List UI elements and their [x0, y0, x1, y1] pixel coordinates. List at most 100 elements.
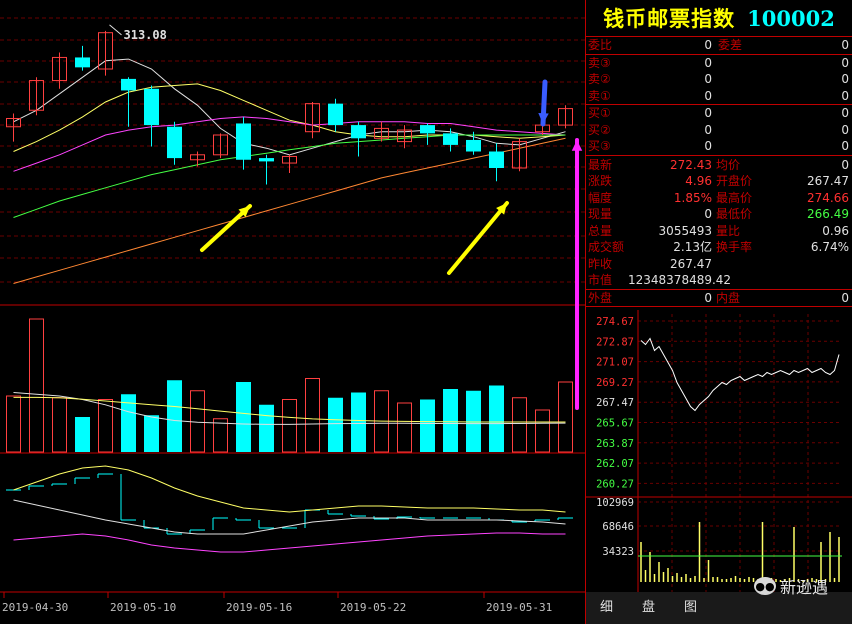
ask-label: 卖②	[588, 72, 611, 86]
intraday-chart[interactable]: 274.67 272.87 271.07 269.27 267.47 265.67 263.…	[586, 310, 852, 592]
ma-line	[13, 83, 566, 152]
stock-title: 钱币邮票指数 100002	[586, 0, 852, 37]
volume-bar	[489, 385, 504, 452]
candle-body	[466, 139, 481, 152]
ask-row[interactable]: 卖③ 0 0	[586, 55, 852, 72]
inner-label: 内盘	[716, 290, 741, 305]
candle-body	[236, 123, 251, 160]
price-tick: 265.67	[596, 418, 634, 430]
pct-value: 1.85%	[673, 190, 712, 205]
indicator-line	[13, 499, 566, 535]
tab-detail[interactable]: 细	[600, 596, 613, 615]
ask-label: 卖③	[588, 55, 611, 70]
ask-row[interactable]: 卖② 0 0	[586, 71, 852, 88]
volume-bar	[98, 399, 113, 453]
date-label: 2019-05-31	[486, 601, 552, 614]
watermark: ●● 新逊遇	[753, 574, 828, 598]
ask-price: 0	[704, 88, 712, 103]
date-label: 2019-05-10	[110, 601, 176, 614]
mkt-cap-label: 市值	[588, 273, 613, 287]
vol-ratio-value: 0.96	[822, 223, 849, 238]
prev-close-label: 昨收	[588, 256, 613, 271]
bid-volume: 0	[841, 122, 849, 137]
candle-body	[443, 133, 458, 145]
indicator-line	[13, 532, 566, 553]
candle-body	[328, 103, 343, 126]
stat-row: 最新 272.43 均价 0	[586, 157, 852, 174]
stat-row: 总量 3055493 量比 0.96	[586, 223, 852, 240]
stat-row: 幅度 1.85% 最高价 274.66	[586, 190, 852, 207]
volume-bar	[190, 390, 205, 453]
bid-price: 0	[704, 106, 712, 120]
candle-body	[144, 88, 159, 126]
volume-bar	[6, 395, 21, 453]
volume-ma-line	[13, 392, 566, 425]
pct-label: 幅度	[588, 190, 613, 205]
latest-label: 最新	[588, 157, 613, 172]
volume-ma-line	[13, 396, 566, 423]
low-value: 266.49	[807, 207, 849, 221]
ask-price: 0	[704, 55, 712, 70]
bid-price: 0	[704, 122, 712, 137]
volume-bar	[167, 380, 182, 452]
mkt-cap-value: 12348378489.42	[628, 273, 732, 287]
bid-price: 0	[704, 139, 712, 153]
price-tick: 260.27	[596, 478, 634, 490]
volume-bar	[236, 382, 251, 452]
prev-close-value: 267.47	[670, 256, 712, 271]
total-vol-value: 3055493	[658, 223, 712, 238]
bid-row[interactable]: 买② 0 0	[586, 122, 852, 139]
open-label: 开盘价	[716, 174, 753, 188]
ask-volume: 0	[841, 55, 849, 70]
ask-row[interactable]: 卖① 0 0	[586, 88, 852, 105]
candle-body	[259, 158, 274, 162]
bid-row[interactable]: 买③ 0 0	[586, 138, 852, 155]
ask-price: 0	[704, 72, 712, 86]
bid-row[interactable]: 买① 0 0	[586, 105, 852, 122]
outer-value: 0	[704, 290, 712, 305]
amount-label: 成交额	[588, 240, 625, 254]
volume-bar	[466, 390, 481, 452]
peak-pointer	[109, 24, 122, 36]
price-tick: 271.07	[596, 357, 634, 369]
ratio-value: 0	[704, 38, 712, 52]
kline-chart[interactable]: 313.08 2019-04-30 2019-05-10 2019-05-16 2019…	[0, 0, 585, 624]
cur-vol-label: 现量	[588, 207, 613, 221]
ma-line	[13, 134, 566, 218]
date-label: 2019-05-22	[340, 601, 406, 614]
avg-label: 均价	[716, 157, 741, 172]
high-value: 274.66	[807, 190, 849, 205]
volume-bar	[144, 415, 159, 452]
volume-bar	[29, 318, 44, 453]
inner-value: 0	[841, 290, 849, 305]
date-label: 2019-04-30	[2, 601, 68, 614]
volume-bar	[305, 378, 320, 453]
volume-tick: 68646	[602, 521, 634, 533]
candle-body	[121, 78, 136, 91]
stat-row: 昨收 267.47	[586, 256, 852, 273]
volume-bar	[512, 397, 527, 453]
price-tick: 274.67	[596, 316, 634, 328]
candle-body	[351, 125, 366, 139]
turnover-value: 6.74%	[810, 240, 849, 254]
cur-vol-value: 0	[704, 207, 712, 221]
volume-bar	[52, 397, 67, 453]
volume-bar	[558, 381, 573, 453]
high-label: 最高价	[716, 190, 753, 205]
change-value: 4.96	[685, 174, 712, 188]
avg-value: 0	[841, 157, 849, 172]
bid-list: 买① 0 0 买② 0 0 买③ 0 0	[586, 105, 852, 156]
tab-chart[interactable]: 图	[684, 596, 697, 615]
volume-bar	[259, 404, 274, 452]
ask-volume: 0	[841, 72, 849, 86]
price-tick: 272.87	[596, 336, 634, 348]
price-tick: 262.07	[596, 458, 634, 470]
volume-bar	[75, 417, 90, 452]
volume-tick: 34323	[602, 546, 634, 558]
arrow-shaft	[447, 201, 509, 275]
tab-board[interactable]: 盘	[642, 596, 655, 615]
open-value: 267.47	[807, 174, 849, 188]
diff-value: 0	[841, 38, 849, 52]
candle-body	[489, 151, 504, 168]
quote-stats: 最新 272.43 均价 0 涨跌 4.96 开盘价 267.47 幅度 1.8…	[586, 156, 852, 290]
